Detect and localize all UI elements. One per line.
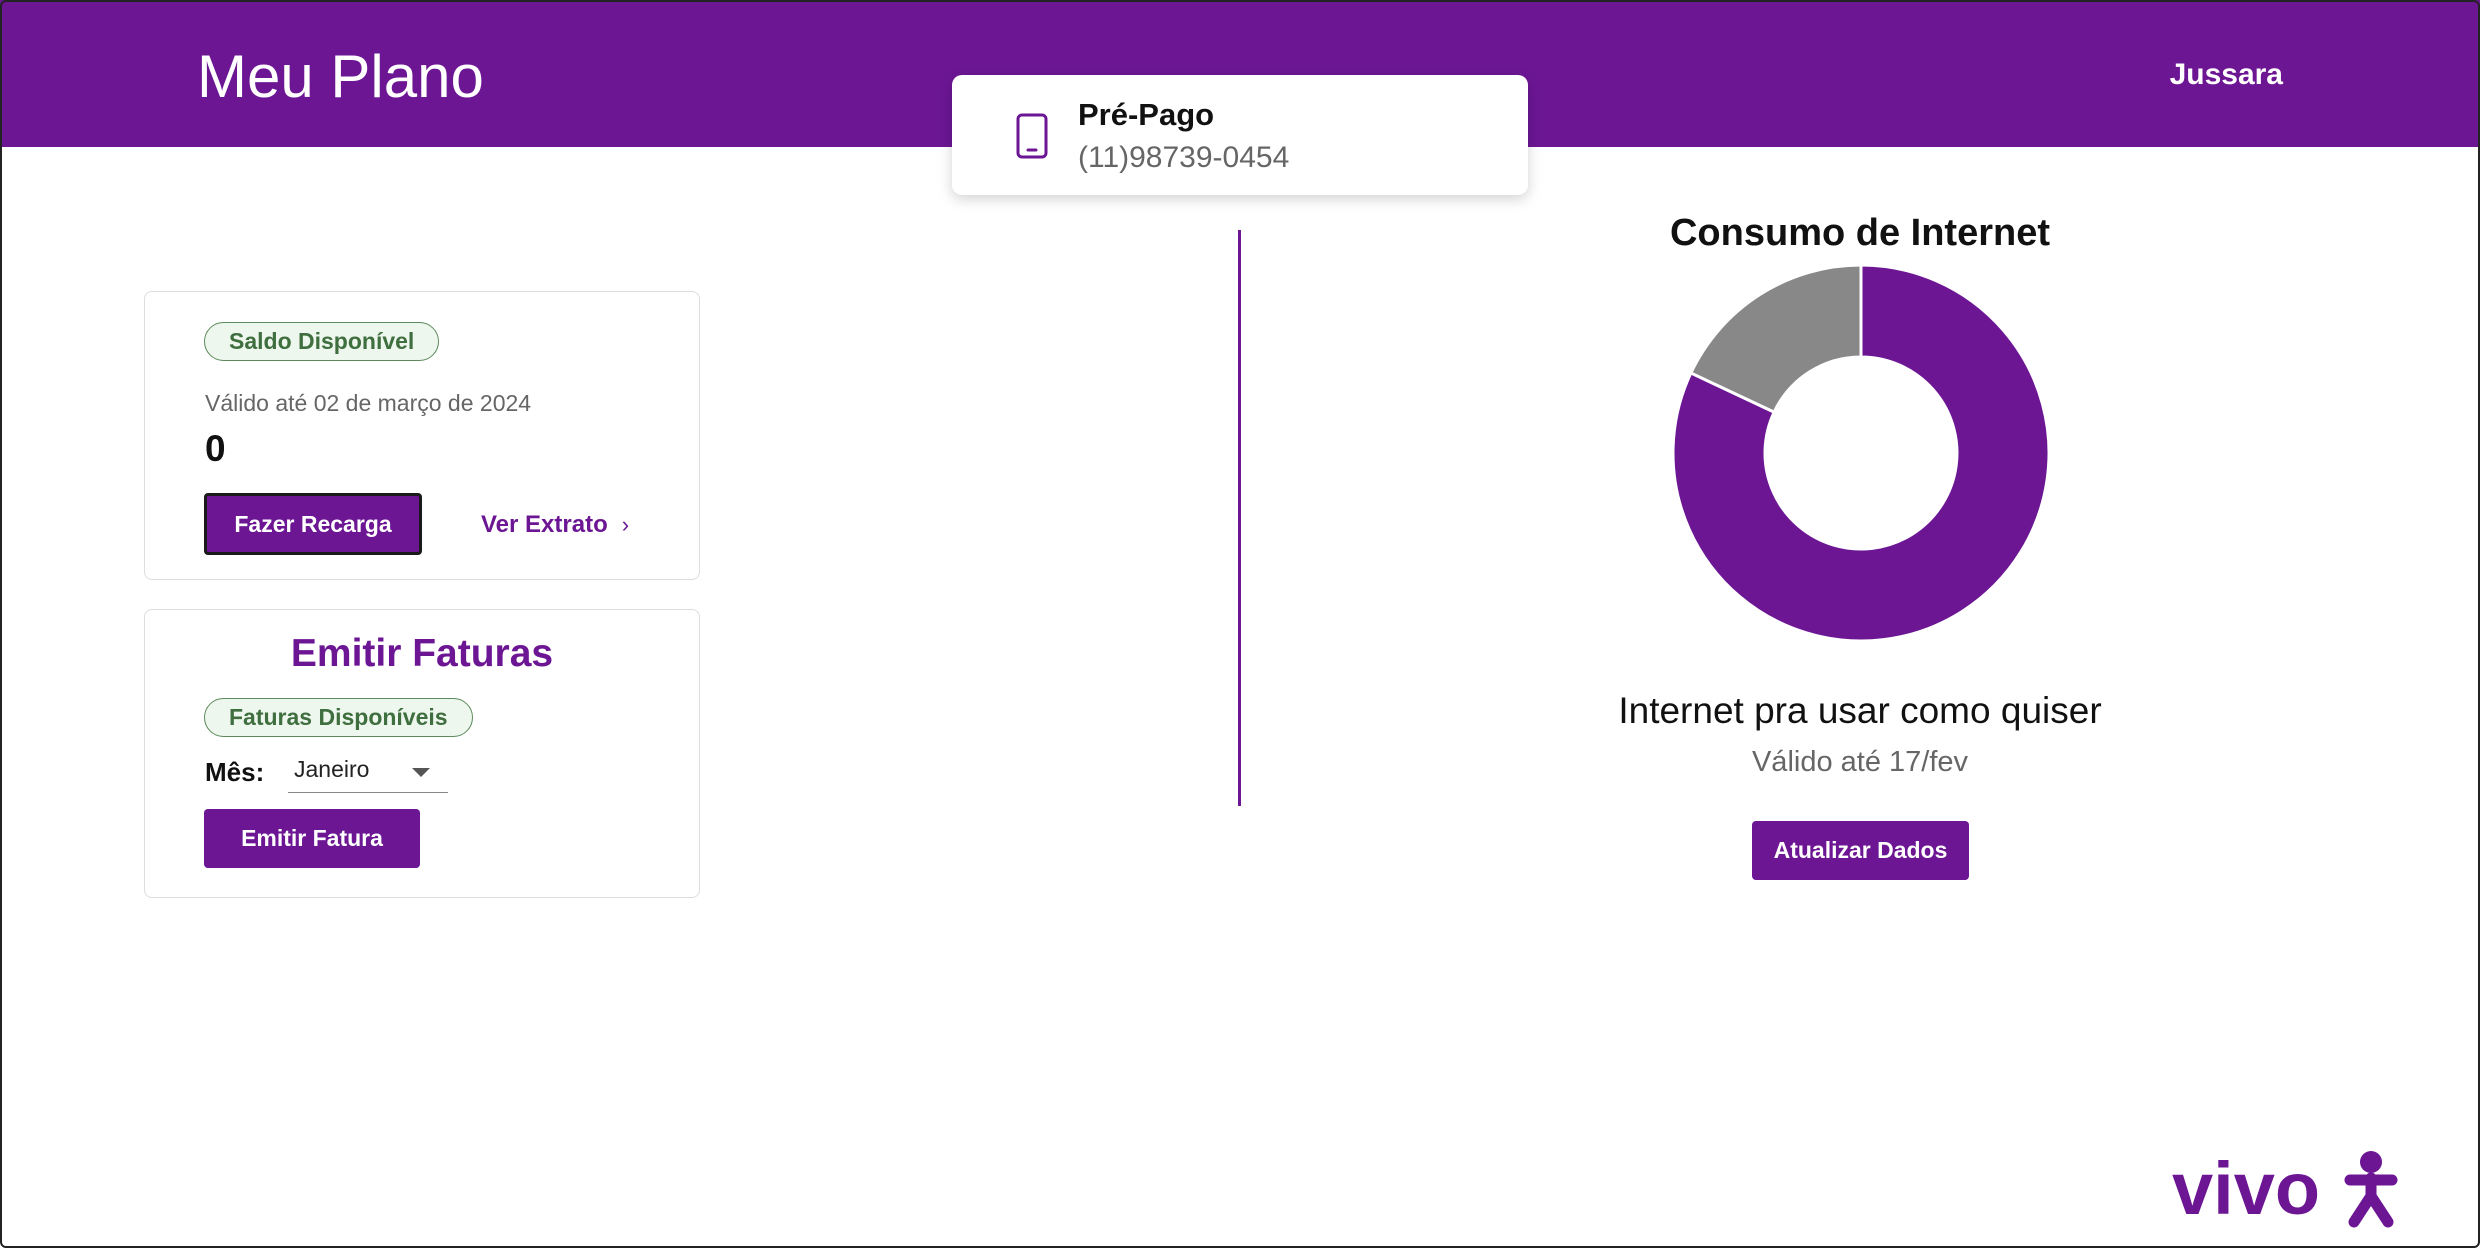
recharge-button[interactable]: Fazer Recarga (204, 493, 422, 555)
plan-number: (11)98739-0454 (1078, 141, 1290, 174)
user-name[interactable]: Jussara (2170, 58, 2283, 92)
chevron-down-icon (412, 768, 430, 777)
vertical-divider (1238, 230, 1241, 806)
balance-value: 0 (205, 428, 226, 469)
balance-card: Saldo Disponível Válido até 02 de março … (144, 291, 700, 580)
month-select-value: Janeiro (294, 756, 370, 782)
invoices-badge: Faturas Disponíveis (204, 698, 473, 737)
balance-validity: Válido até 02 de março de 2024 (205, 390, 532, 416)
page-title: Meu Plano (197, 43, 484, 110)
balance-badge: Saldo Disponível (204, 322, 440, 361)
invoices-title: Emitir Faturas (290, 632, 554, 675)
svg-text:vivo: vivo (2172, 1148, 2320, 1228)
smartphone-icon (1016, 113, 1048, 159)
statement-link-label: Ver Extrato (481, 511, 608, 538)
chart-title: Consumo de Internet (1669, 212, 2051, 254)
internet-donut-chart (1671, 263, 2051, 643)
invoices-card: Emitir Faturas Faturas Disponíveis Mês: … (144, 609, 700, 898)
plan-card[interactable]: Pré-Pago (11)98739-0454 (952, 75, 1528, 195)
update-data-button[interactable]: Atualizar Dados (1752, 821, 1969, 880)
emit-invoice-button[interactable]: Emitir Fatura (204, 809, 420, 868)
month-select[interactable]: Janeiro (288, 750, 448, 793)
vivo-logo: vivo (2172, 1148, 2398, 1228)
internet-validity: Válido até 17/fev (1751, 746, 1969, 778)
month-label: Mês: (205, 757, 265, 787)
statement-link[interactable]: Ver Extrato › (481, 511, 629, 539)
plan-name: Pré-Pago (1078, 97, 1215, 132)
chevron-right-icon: › (621, 512, 630, 537)
internet-label: Internet pra usar como quiser (1618, 690, 2102, 731)
